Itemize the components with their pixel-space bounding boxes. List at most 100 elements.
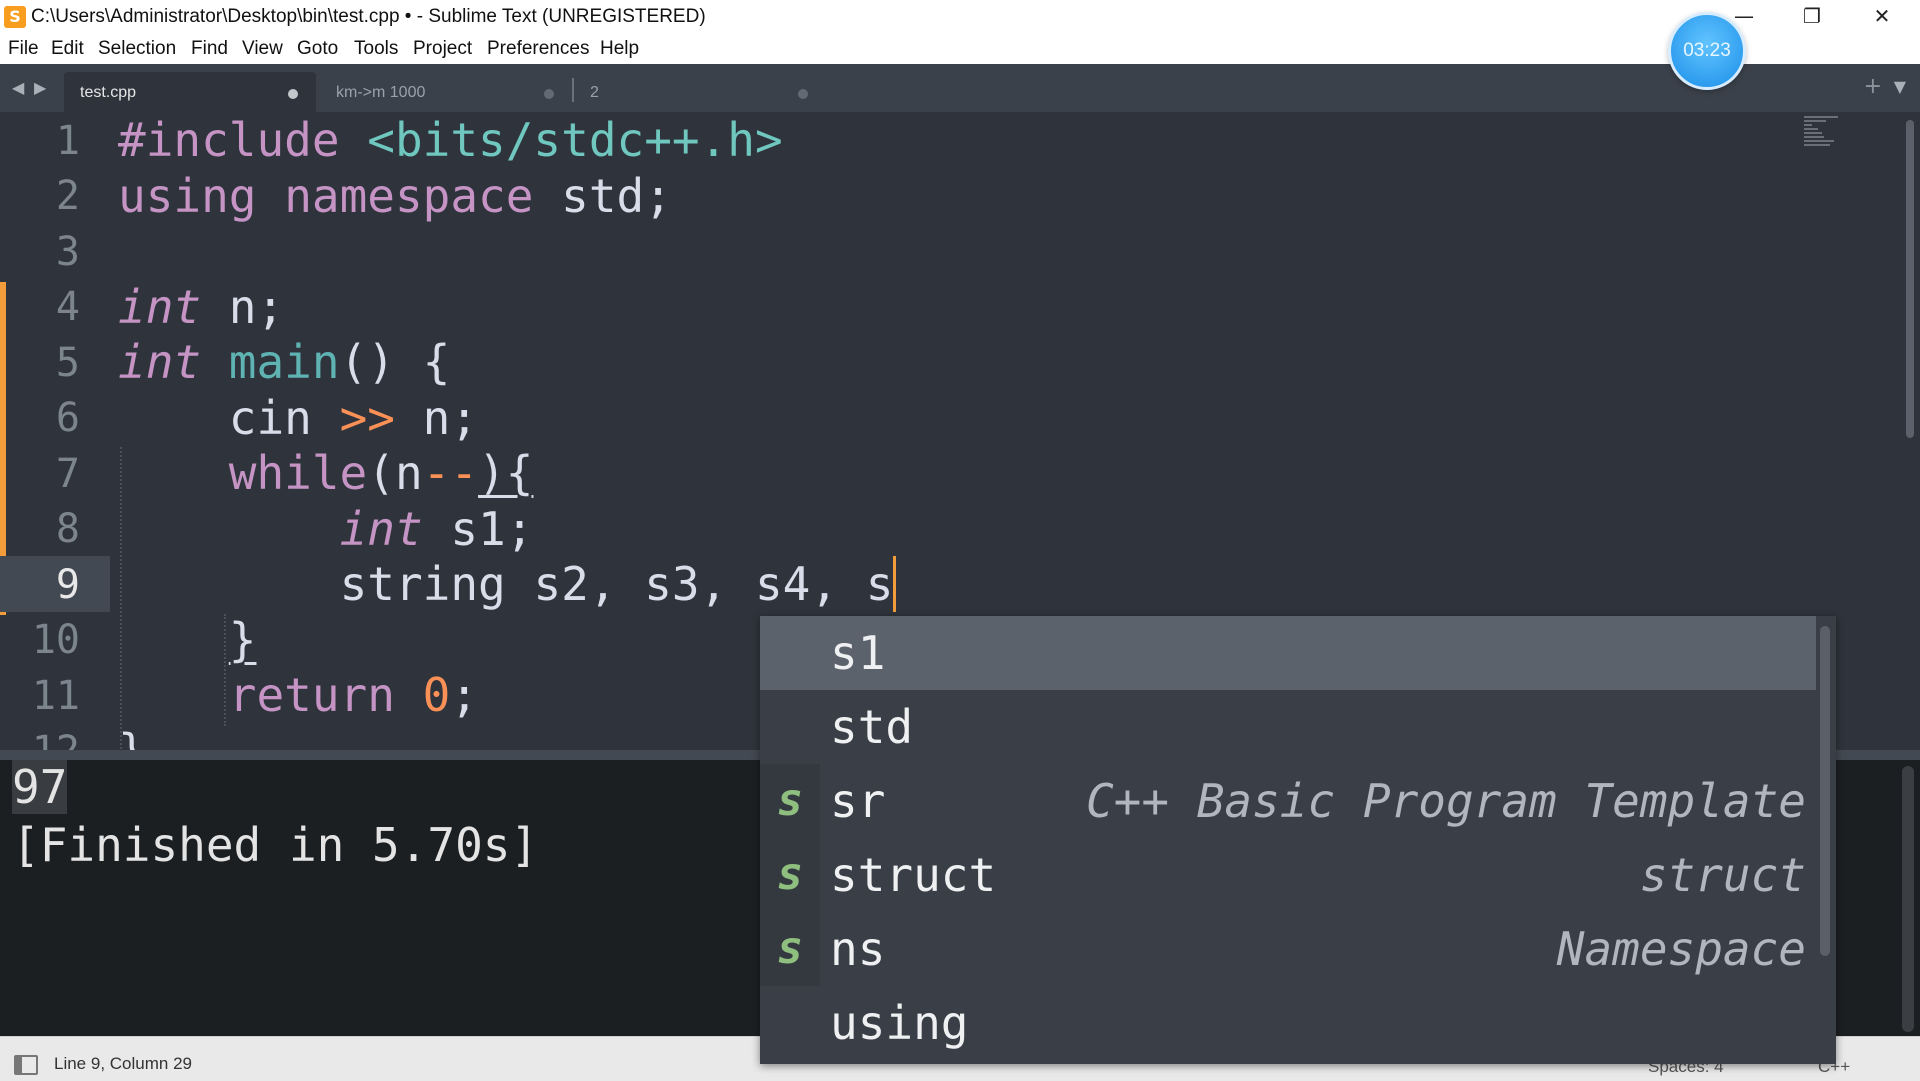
tab-label: 2 xyxy=(590,84,599,101)
new-tab-icon[interactable]: + xyxy=(1864,74,1882,99)
type-int: int xyxy=(339,502,423,556)
output-result: 97 xyxy=(12,760,68,814)
tab-nav-right-icon[interactable]: ▶ xyxy=(34,78,46,98)
completion-annotation: Namespace xyxy=(1556,922,1806,976)
window-title: C:\Users\Administrator\Desktop\bin\test.… xyxy=(31,6,706,27)
tab-km-m[interactable]: km->m 1000 xyxy=(320,72,568,112)
code-text: } xyxy=(118,724,146,750)
include-header: <bits/stdc++.h> xyxy=(367,113,783,167)
tab-test-cpp[interactable]: test.cpp xyxy=(64,72,316,112)
menu-goto[interactable]: Goto xyxy=(297,38,338,60)
code-line-7: while(n--){ xyxy=(118,445,534,501)
menu-find[interactable]: Find xyxy=(191,38,228,60)
autocomplete-item[interactable]: using xyxy=(760,986,1816,1060)
keyword-using: using xyxy=(118,169,257,223)
unsaved-dot-icon[interactable] xyxy=(798,89,808,99)
code-line-6: cin >> n; xyxy=(118,390,478,446)
code-line-2: using namespace std; xyxy=(118,168,672,224)
matched-brace-close: } xyxy=(228,613,257,667)
code-text-std: std; xyxy=(561,169,672,223)
line-number: 5 xyxy=(55,340,80,386)
menu-help[interactable]: Help xyxy=(600,38,639,60)
floating-timer-widget[interactable]: 03:23 xyxy=(1668,12,1746,90)
output-line-finished: [Finished in 5.70s] xyxy=(12,818,539,872)
code-line-9-current: string s2, s3, s4, s xyxy=(118,556,897,612)
code-text: n; xyxy=(422,391,479,445)
line-number: 2 xyxy=(55,173,80,219)
tab-label: km->m 1000 xyxy=(336,84,426,101)
keyword-while: while xyxy=(228,446,368,500)
tab-label: test.cpp xyxy=(80,84,137,101)
menu-preferences[interactable]: Preferences xyxy=(487,38,589,60)
completion-trigger: s1 xyxy=(830,626,886,680)
autocomplete-popup[interactable]: s1 std s sr C++ Basic Program Template s… xyxy=(760,616,1836,1064)
operator-extract: >> xyxy=(339,391,395,445)
unsaved-dot-icon[interactable] xyxy=(544,89,554,99)
code-text-cin: cin xyxy=(228,391,312,445)
keyword-return: return xyxy=(228,668,395,722)
operator-decrement: -- xyxy=(422,446,479,500)
menu-tools[interactable]: Tools xyxy=(354,38,398,60)
close-button[interactable]: ✕ xyxy=(1848,0,1916,34)
code-line-5: int main() { xyxy=(118,334,450,390)
completion-trigger: using xyxy=(830,996,969,1050)
tab-2[interactable]: 2 xyxy=(574,72,822,112)
line-number: 6 xyxy=(55,395,80,441)
cursor-position: Line 9, Column 29 xyxy=(54,1054,192,1073)
keyword-namespace: namespace xyxy=(284,169,534,223)
snippet-kind-icon: s xyxy=(760,912,820,986)
menu-view[interactable]: View xyxy=(242,38,283,60)
completion-annotation: struct xyxy=(1639,848,1806,902)
autocomplete-item[interactable]: s sr C++ Basic Program Template xyxy=(760,764,1816,838)
completion-annotation: C++ Basic Program Template xyxy=(1085,774,1806,828)
tab-menu-icon[interactable]: ▼ xyxy=(1894,77,1906,96)
line-number: 11 xyxy=(31,673,80,719)
autocomplete-item[interactable]: s struct struct xyxy=(760,838,1816,912)
code-text: () { xyxy=(339,335,451,389)
sublime-app-icon: S xyxy=(4,6,26,28)
timer-label: 03:23 xyxy=(1683,40,1731,61)
type-int: int xyxy=(118,280,202,334)
autocomplete-item[interactable]: std xyxy=(760,690,1816,764)
completion-trigger: ns xyxy=(830,922,886,976)
type-string: string xyxy=(339,557,506,611)
code-line-12: } xyxy=(118,723,146,750)
line-number: 10 xyxy=(31,617,80,663)
menu-file[interactable]: File xyxy=(8,38,39,60)
completion-trigger: struct xyxy=(830,848,997,902)
line-number: 3 xyxy=(55,229,80,275)
autocomplete-item[interactable]: s ns Namespace xyxy=(760,912,1816,986)
menu-project[interactable]: Project xyxy=(413,38,472,60)
restore-button[interactable]: ❐ xyxy=(1778,0,1846,34)
output-line: 97 xyxy=(12,760,68,814)
tab-nav-left-icon[interactable]: ◀ xyxy=(12,78,24,98)
code-text: ; xyxy=(450,668,479,722)
menu-edit[interactable]: Edit xyxy=(51,38,84,60)
line-number: 8 xyxy=(55,506,80,552)
editor-scrollbar[interactable] xyxy=(1906,120,1914,438)
snippet-kind-icon: s xyxy=(760,764,820,838)
autocomplete-scrollbar[interactable] xyxy=(1820,626,1830,956)
line-number: 12 xyxy=(32,728,80,750)
completion-kind xyxy=(760,690,820,764)
output-scrollbar[interactable] xyxy=(1902,766,1914,1032)
line-number: 1 xyxy=(55,118,80,164)
line-number: 7 xyxy=(55,451,80,497)
matched-brace-open: ){ xyxy=(478,446,534,500)
text-cursor xyxy=(893,556,897,612)
code-line-4: int n; xyxy=(118,279,284,335)
code-line-1: #include <bits/stdc++.h> xyxy=(118,112,783,168)
menu-bar: File Edit Selection Find View Goto Tools… xyxy=(0,34,1920,64)
completion-kind xyxy=(760,986,820,1060)
completion-trigger: std xyxy=(830,700,914,754)
menu-selection[interactable]: Selection xyxy=(98,38,176,60)
toggle-sidebar-icon[interactable] xyxy=(14,1055,38,1075)
function-name-main: main xyxy=(228,335,340,389)
code-line-8: int s1; xyxy=(118,501,534,557)
completion-kind xyxy=(760,616,820,690)
tab-bar: ◀ ▶ test.cpp km->m 1000 2 + ▼ xyxy=(0,64,1920,112)
minimap[interactable] xyxy=(1804,114,1848,154)
unsaved-dot-icon[interactable] xyxy=(288,89,298,99)
snippet-kind-icon: s xyxy=(760,838,820,912)
autocomplete-item[interactable]: s1 xyxy=(760,616,1816,690)
